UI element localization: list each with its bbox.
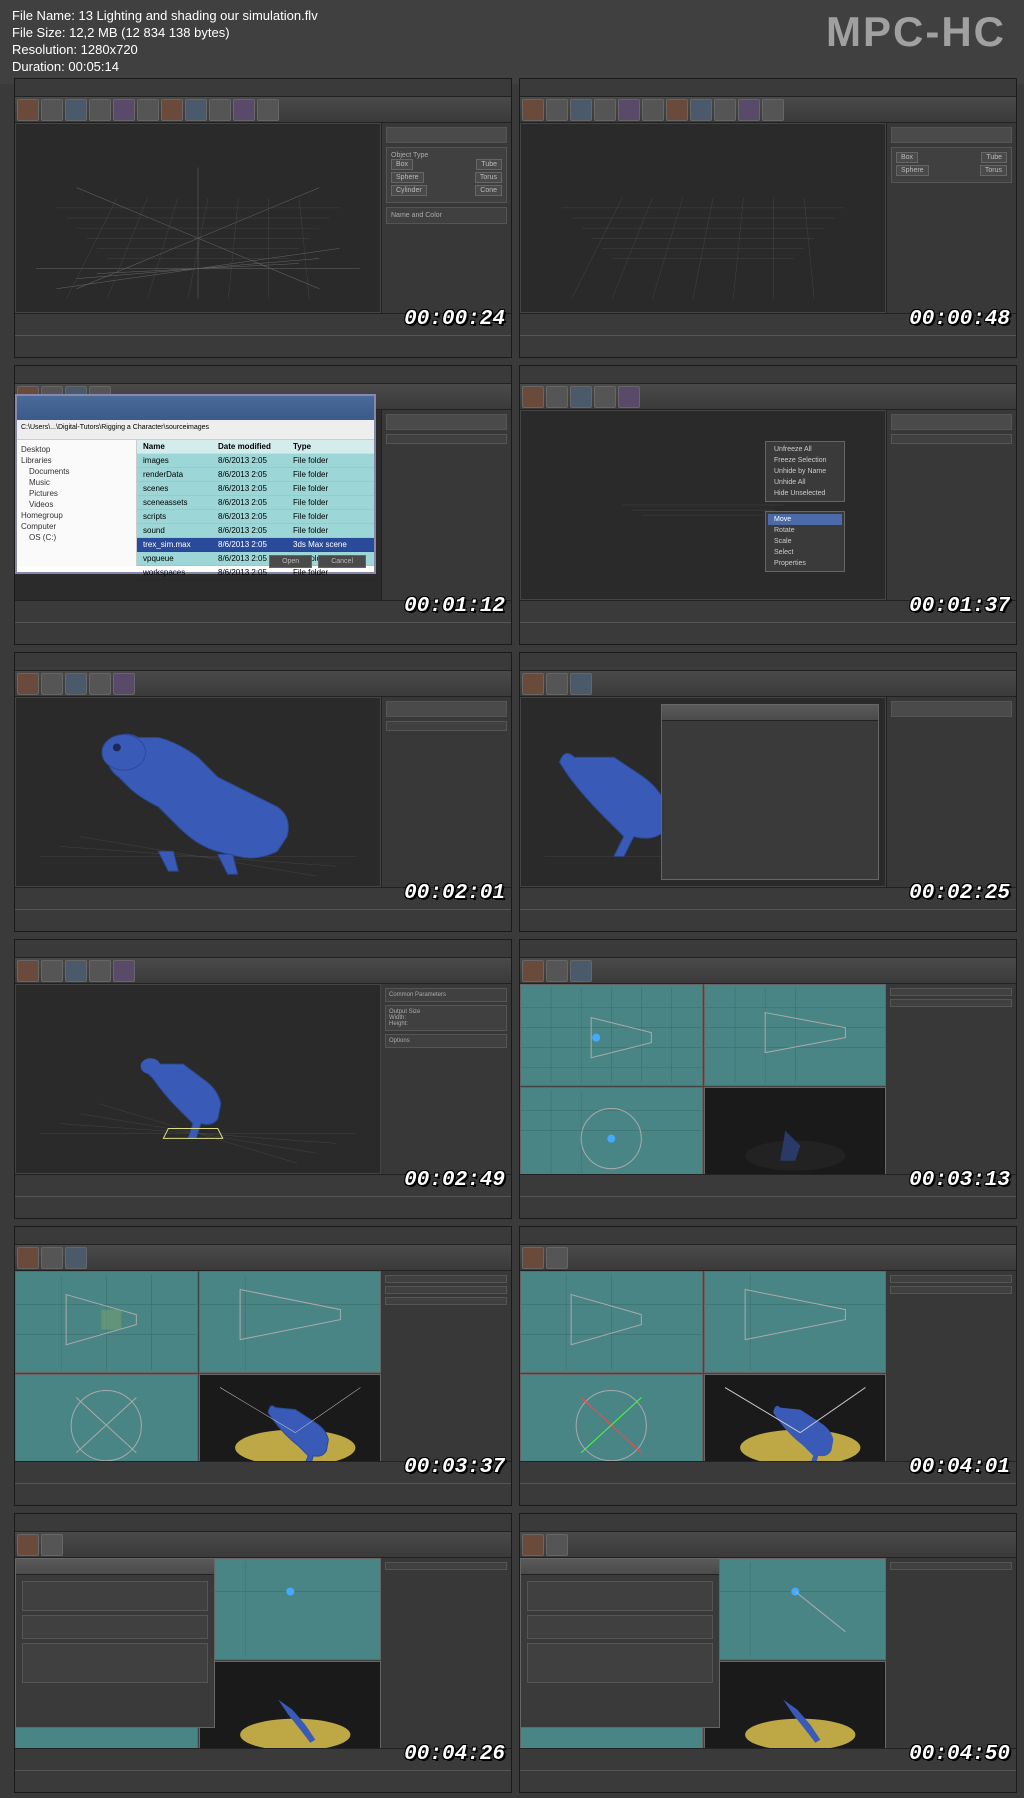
render-settings-panel[interactable]: Common Parameters Output SizeWidth:Heigh… <box>381 984 511 1174</box>
timestamp: 00:00:24 <box>404 308 505 331</box>
toolbar <box>15 97 511 123</box>
render-dialog[interactable] <box>661 704 879 880</box>
thumbnail-7[interactable]: Common Parameters Output SizeWidth:Heigh… <box>14 939 512 1219</box>
thumbnail-12[interactable]: 00:04:50 <box>519 1513 1017 1793</box>
context-menu[interactable]: Unfreeze All Freeze Selection Unhide by … <box>765 441 845 502</box>
thumbnail-6[interactable]: 00:02:25 <box>519 652 1017 932</box>
viewport-trex[interactable] <box>15 697 381 887</box>
duration-value: 00:05:14 <box>68 59 119 74</box>
folder-tree[interactable]: Desktop Libraries Documents Music Pictur… <box>17 440 137 566</box>
file-dialog[interactable]: C:\Users\...\Digital-Tutors\Rigging a Ch… <box>15 394 376 574</box>
thumbnail-9[interactable]: 00:03:37 <box>14 1226 512 1506</box>
app-watermark: MPC-HC <box>826 8 1006 56</box>
thumbnail-8[interactable]: 00:03:13 <box>519 939 1017 1219</box>
filesize-value: 12,2 MB (12 834 138 bytes) <box>69 25 229 40</box>
thumbnail-grid: Object Type BoxTube SphereTorus Cylinder… <box>14 78 1017 1793</box>
cancel-button[interactable]: Cancel <box>318 555 366 568</box>
context-submenu[interactable]: Move Rotate Scale Select Properties <box>765 511 845 572</box>
file-list[interactable]: NameDate modifiedType images8/6/2013 2:0… <box>137 440 374 566</box>
thumbnail-11[interactable]: 00:04:26 <box>14 1513 512 1793</box>
thumbnail-3[interactable]: C:\Users\...\Digital-Tutors\Rigging a Ch… <box>14 365 512 645</box>
statusbar <box>15 335 511 357</box>
resolution-value: 1280x720 <box>81 42 138 57</box>
thumbnail-1[interactable]: Object Type BoxTube SphereTorus Cylinder… <box>14 78 512 358</box>
settings-dialog[interactable] <box>15 1558 215 1728</box>
thumbnail-5[interactable]: 00:02:01 <box>14 652 512 932</box>
viewport-3d[interactable] <box>15 123 381 313</box>
settings-dialog-2[interactable] <box>520 1558 720 1728</box>
thumbnail-4[interactable]: Unfreeze All Freeze Selection Unhide by … <box>519 365 1017 645</box>
filename-value: 13 Lighting and shading our simulation.f… <box>78 8 317 23</box>
command-panel[interactable]: Object Type BoxTube SphereTorus Cylinder… <box>381 123 511 313</box>
thumbnail-2[interactable]: BoxTubeSphereTorus 00:00:48 <box>519 78 1017 358</box>
open-button[interactable]: Open <box>269 555 312 568</box>
thumbnail-10[interactable]: 00:04:01 <box>519 1226 1017 1506</box>
selected-file[interactable]: trex_sim.max8/6/2013 2:053ds Max scene <box>137 538 374 552</box>
quad-viewport[interactable] <box>520 984 886 1174</box>
menubar <box>15 79 511 97</box>
